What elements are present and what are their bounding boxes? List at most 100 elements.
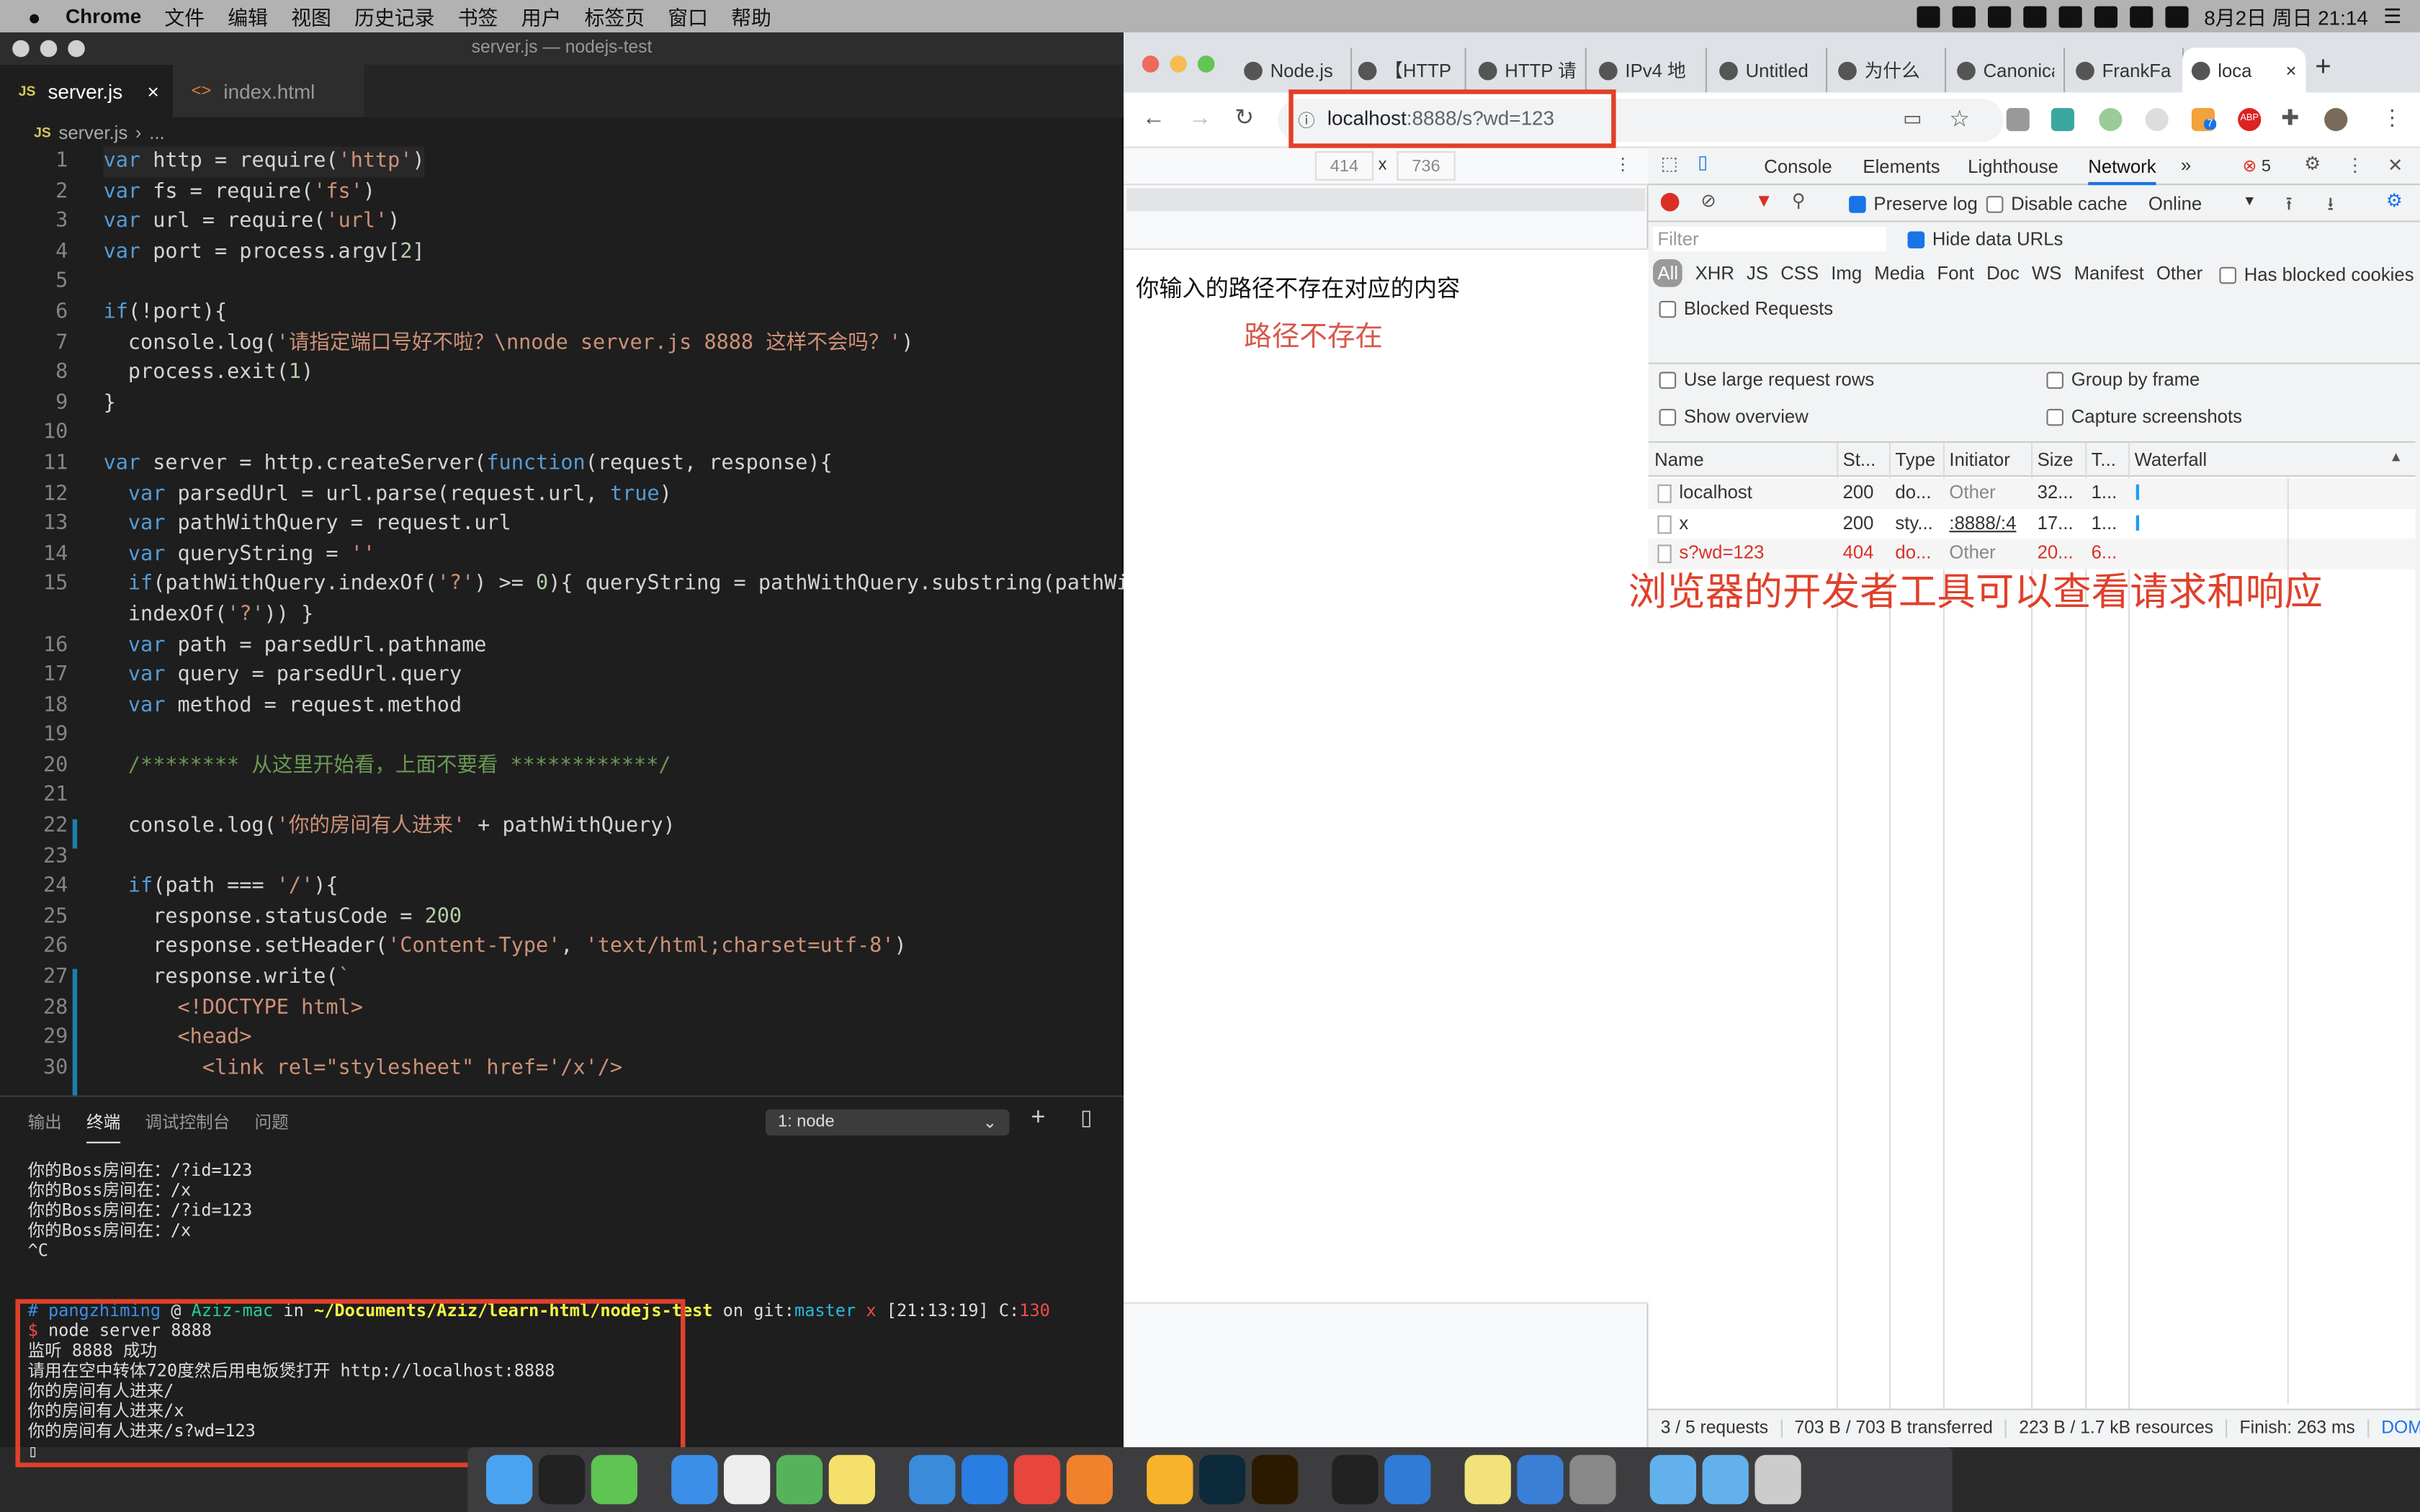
menu-item[interactable]: 视图: [291, 1, 331, 31]
adblock-icon[interactable]: ABP: [2238, 108, 2262, 132]
close-tab-icon[interactable]: ×: [2286, 60, 2297, 81]
column-header-6[interactable]: Waterfall: [2128, 443, 2416, 477]
rss-extension-icon[interactable]: 7: [2191, 108, 2216, 132]
zoom-window-button[interactable]: [1197, 55, 1215, 73]
panel-tab-debug-console[interactable]: 调试控制台: [145, 1110, 230, 1143]
cell-initiator[interactable]: :8888/:4: [1943, 508, 2031, 539]
panel-tab-terminal[interactable]: 终端: [86, 1110, 121, 1143]
browser-tab[interactable]: FrankFa: [2066, 48, 2184, 93]
split-terminal-button[interactable]: ▯: [1080, 1104, 1093, 1130]
menu-item[interactable]: 历史记录: [354, 1, 434, 31]
throttling-select[interactable]: Online ▼: [2148, 193, 2257, 215]
preserve-log-checkbox[interactable]: Preserve log: [1849, 193, 1978, 215]
bookmark-star-icon[interactable]: ☆: [1949, 105, 1970, 132]
record-button[interactable]: [1660, 192, 1680, 212]
dock-typora-icon[interactable]: [723, 1454, 771, 1505]
extension-icon[interactable]: [2006, 108, 2030, 132]
more-icon[interactable]: [2165, 5, 2189, 27]
dock-evernote-icon[interactable]: [776, 1454, 823, 1505]
url-text[interactable]: localhost:8888/s?wd=123: [1327, 107, 1554, 130]
browser-tab[interactable]: HTTP 请: [1469, 48, 1587, 93]
tab-elements[interactable]: Elements: [1863, 156, 1940, 177]
close-tab-icon[interactable]: ×: [147, 79, 158, 102]
browser-tab[interactable]: 为什么: [1829, 48, 1947, 93]
settings-gear-icon[interactable]: ⚙: [2304, 153, 2321, 174]
network-settings-icon[interactable]: ⚙: [2386, 190, 2403, 212]
device-height-input[interactable]: 736: [1397, 151, 1456, 181]
extension-icon[interactable]: [2099, 108, 2123, 132]
tab-index-html[interactable]: <> index.html: [173, 65, 364, 117]
browser-tab[interactable]: Node.js: [1234, 48, 1353, 93]
blocked-requests-checkbox[interactable]: Blocked Requests: [1659, 298, 1833, 320]
dock-firefox-icon[interactable]: [1066, 1454, 1113, 1505]
panel-tab-output[interactable]: 输出: [28, 1110, 62, 1143]
site-info-icon[interactable]: ⓘ: [1298, 108, 1315, 132]
dock-browser-icon[interactable]: [962, 1454, 1008, 1505]
archive-icon[interactable]: [1917, 5, 1940, 27]
column-header-5[interactable]: T...: [2085, 443, 2128, 477]
new-tab-button[interactable]: +: [2315, 51, 2331, 84]
profile-avatar[interactable]: [2324, 108, 2348, 132]
sort-ascending-icon[interactable]: ▲: [2389, 449, 2403, 464]
s-icon[interactable]: [2130, 5, 2154, 27]
tab-lighthouse[interactable]: Lighthouse: [1968, 156, 2058, 177]
clock[interactable]: 8月2日 周日 21:14: [2204, 1, 2368, 31]
type-filter-js[interactable]: JS: [1747, 262, 1768, 284]
device-options-icon[interactable]: ⋮: [1614, 154, 1631, 174]
hide-data-urls-checkbox[interactable]: Hide data URLs: [1907, 228, 2063, 250]
type-filter-font[interactable]: Font: [1937, 262, 1973, 284]
summary-item[interactable]: DOM: [2369, 1419, 2420, 1438]
wechat-icon[interactable]: [2023, 5, 2047, 27]
type-filter-other[interactable]: Other: [2156, 262, 2202, 284]
browser-tab[interactable]: IPv4 地: [1590, 48, 1707, 93]
show-overview-checkbox[interactable]: Show overview: [1659, 406, 1809, 428]
minimize-window-button[interactable]: [1170, 55, 1187, 73]
bluetooth-icon[interactable]: [2094, 5, 2118, 27]
type-filter-media[interactable]: Media: [1874, 262, 1924, 284]
dock-stickies-icon[interactable]: [1464, 1454, 1511, 1505]
menu-item[interactable]: 书签: [458, 1, 498, 31]
menu-item[interactable]: 帮助: [731, 1, 771, 31]
browser-tab[interactable]: Canonical: [1948, 48, 2066, 93]
dock-keynote-icon[interactable]: [909, 1454, 956, 1505]
column-header-1[interactable]: St...: [1837, 443, 1889, 477]
cast-icon[interactable]: ▭: [1903, 107, 1922, 131]
forward-button[interactable]: →: [1188, 105, 1211, 131]
dock-preview-icon[interactable]: [1517, 1454, 1564, 1505]
devtools-menu-icon[interactable]: ⋮: [2346, 154, 2365, 176]
dock-downloads-icon[interactable]: [1702, 1454, 1749, 1505]
type-filter-img[interactable]: Img: [1831, 262, 1862, 284]
device-width-input[interactable]: 414: [1314, 151, 1374, 181]
dock-finder-icon[interactable]: [486, 1454, 533, 1505]
dock-photo-booth-icon[interactable]: [1569, 1454, 1616, 1505]
dock-chrome-icon[interactable]: [1013, 1454, 1061, 1505]
back-button[interactable]: ←: [1142, 105, 1165, 131]
type-filter-all[interactable]: All: [1653, 259, 1683, 287]
media-query-ruler[interactable]: [1126, 188, 1646, 212]
menu-item[interactable]: 编辑: [228, 1, 268, 31]
code-editor[interactable]: 1 var http = require('http') 2 var fs = req…: [0, 146, 1154, 1084]
device-toolbar-icon[interactable]: ▯: [1698, 151, 1708, 173]
tab-console[interactable]: Console: [1764, 156, 1832, 177]
skull-extension-icon[interactable]: [2145, 108, 2169, 132]
tab-server-js[interactable]: JS server.js ×: [0, 65, 173, 117]
group-by-frame-checkbox[interactable]: Group by frame: [2046, 369, 2200, 390]
breadcrumb-symbol[interactable]: ...: [149, 122, 164, 143]
more-tabs-button[interactable]: »: [2181, 154, 2191, 176]
close-window-button[interactable]: [1142, 55, 1160, 73]
browser-tab[interactable]: 【HTTP: [1349, 48, 1466, 93]
large-rows-checkbox[interactable]: Use large request rows: [1659, 369, 1874, 390]
extensions-puzzle-icon[interactable]: ✚: [2281, 105, 2299, 131]
feather-icon[interactable]: [1952, 5, 1976, 27]
import-har-icon[interactable]: ⭱: [2286, 190, 2293, 222]
disable-cache-checkbox[interactable]: Disable cache: [1986, 193, 2128, 215]
dock-trash-icon[interactable]: [1754, 1454, 1801, 1505]
dock-illustrator-icon[interactable]: [1251, 1454, 1299, 1505]
type-filter-doc[interactable]: Doc: [1986, 262, 2020, 284]
capture-screenshots-checkbox[interactable]: Capture screenshots: [2046, 406, 2242, 428]
menu-item[interactable]: 窗口: [668, 1, 708, 31]
zoom-window-button[interactable]: [68, 40, 85, 58]
type-filter-ws[interactable]: WS: [2032, 262, 2061, 284]
menu-item[interactable]: 标签页: [584, 1, 645, 31]
column-header-3[interactable]: Initiator: [1942, 443, 2031, 477]
